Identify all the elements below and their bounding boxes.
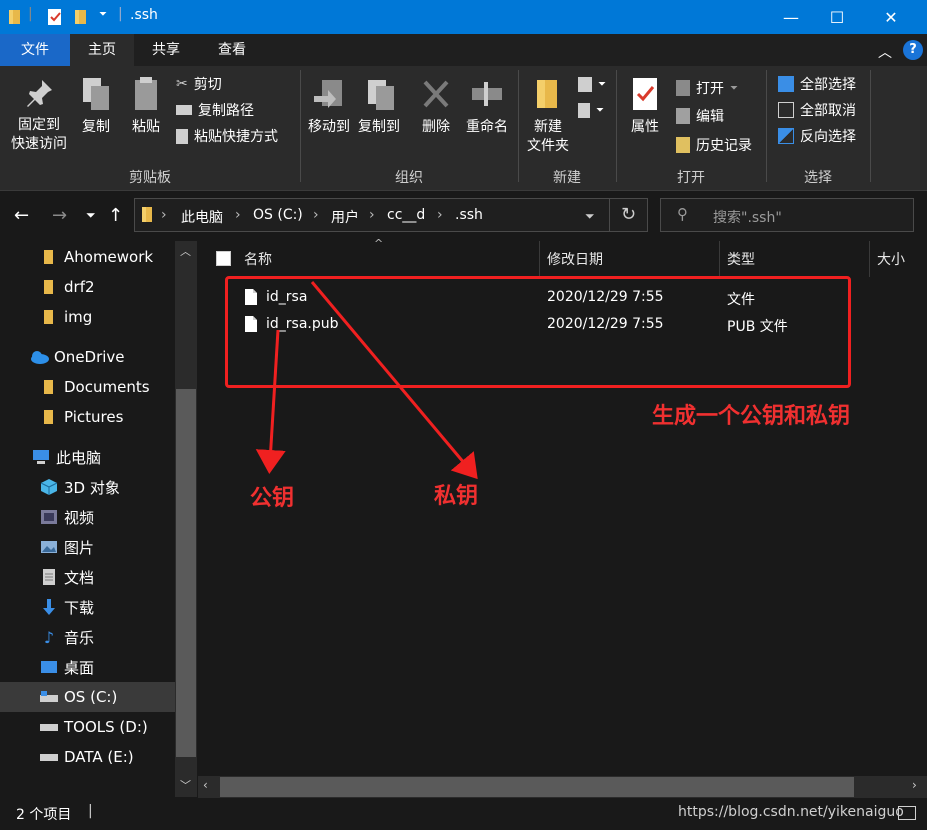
annotation-label-private-key: 私钥 <box>434 484 479 509</box>
annotation-label-public-key: 公钥 <box>250 486 295 511</box>
annotation-label-generate: 生成一个公钥和私钥 <box>652 404 851 429</box>
arrow-to-private-key <box>310 281 478 480</box>
arrow-to-public-key <box>255 329 286 474</box>
